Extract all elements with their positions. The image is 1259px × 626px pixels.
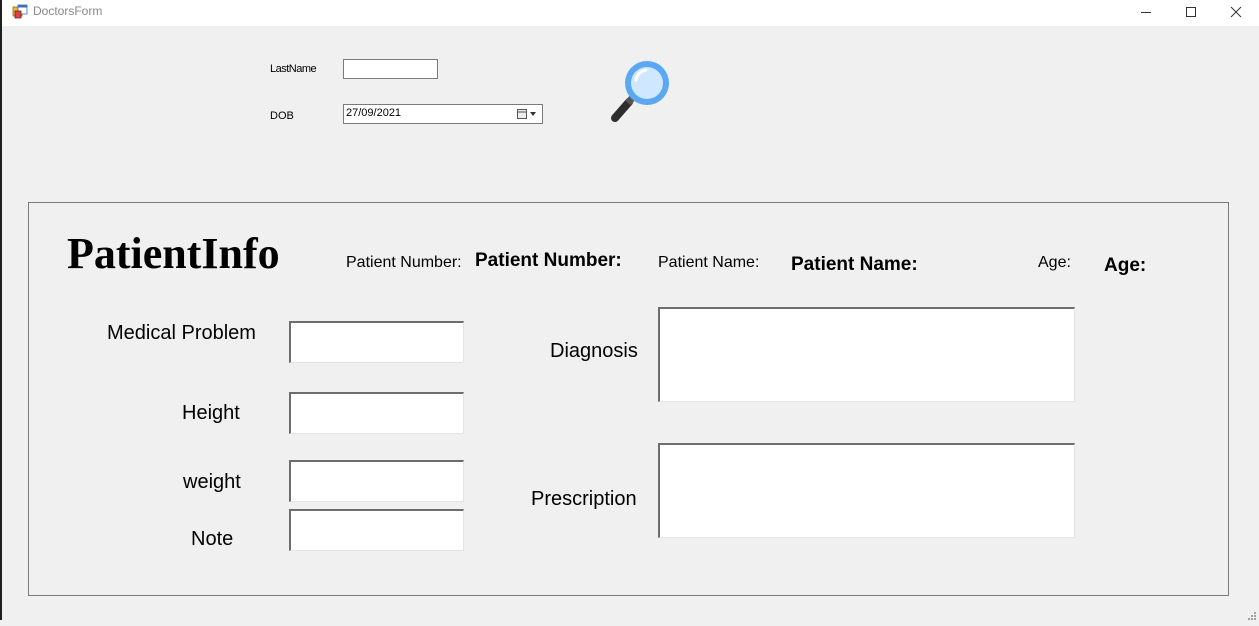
minimize-icon <box>1141 12 1151 13</box>
window-left-edge <box>0 0 2 620</box>
minimize-button[interactable] <box>1124 0 1168 24</box>
note-label: Note <box>191 528 234 550</box>
patient-info-title: PatientInfo <box>67 229 280 278</box>
height-input[interactable] <box>289 392 464 434</box>
medical-problem-label: Medical Problem <box>107 322 256 344</box>
lastname-label: LastName <box>270 63 317 75</box>
close-icon <box>1230 6 1242 18</box>
maximize-icon <box>1186 7 1196 17</box>
weight-input[interactable] <box>289 460 464 502</box>
prescription-textarea[interactable] <box>658 443 1075 538</box>
dob-dropdown-button[interactable] <box>516 107 540 121</box>
patient-name-label: Patient Name: <box>658 254 760 271</box>
note-input[interactable] <box>289 509 464 551</box>
dob-label: DOB <box>270 110 294 122</box>
lastname-input[interactable] <box>343 59 438 79</box>
title-bar[interactable]: DoctorsForm <box>2 0 1259 26</box>
search-button[interactable] <box>606 56 680 126</box>
diagnosis-label: Diagnosis <box>550 340 638 362</box>
resize-grip[interactable] <box>1247 608 1257 620</box>
patient-number-label: Patient Number: <box>346 254 462 271</box>
maximize-button[interactable] <box>1169 0 1213 24</box>
calendar-dropdown-icon <box>517 109 536 119</box>
weight-label: weight <box>183 471 241 493</box>
close-button[interactable] <box>1214 0 1258 24</box>
prescription-label: Prescription <box>531 488 637 510</box>
diagnosis-textarea[interactable] <box>658 307 1075 402</box>
patient-number-value: Patient Number: <box>475 250 622 271</box>
height-label: Height <box>182 402 240 424</box>
patient-name-value: Patient Name: <box>791 254 918 275</box>
medical-problem-input[interactable] <box>289 321 464 363</box>
dob-value: 27/09/2021 <box>346 107 402 119</box>
window-title: DoctorsForm <box>33 4 103 18</box>
app-form-icon <box>12 4 28 20</box>
magnifier-icon <box>611 61 669 122</box>
age-value: Age: <box>1104 255 1147 276</box>
age-label: Age: <box>1038 254 1071 271</box>
dob-date-picker[interactable]: 27/09/2021 <box>343 104 543 124</box>
